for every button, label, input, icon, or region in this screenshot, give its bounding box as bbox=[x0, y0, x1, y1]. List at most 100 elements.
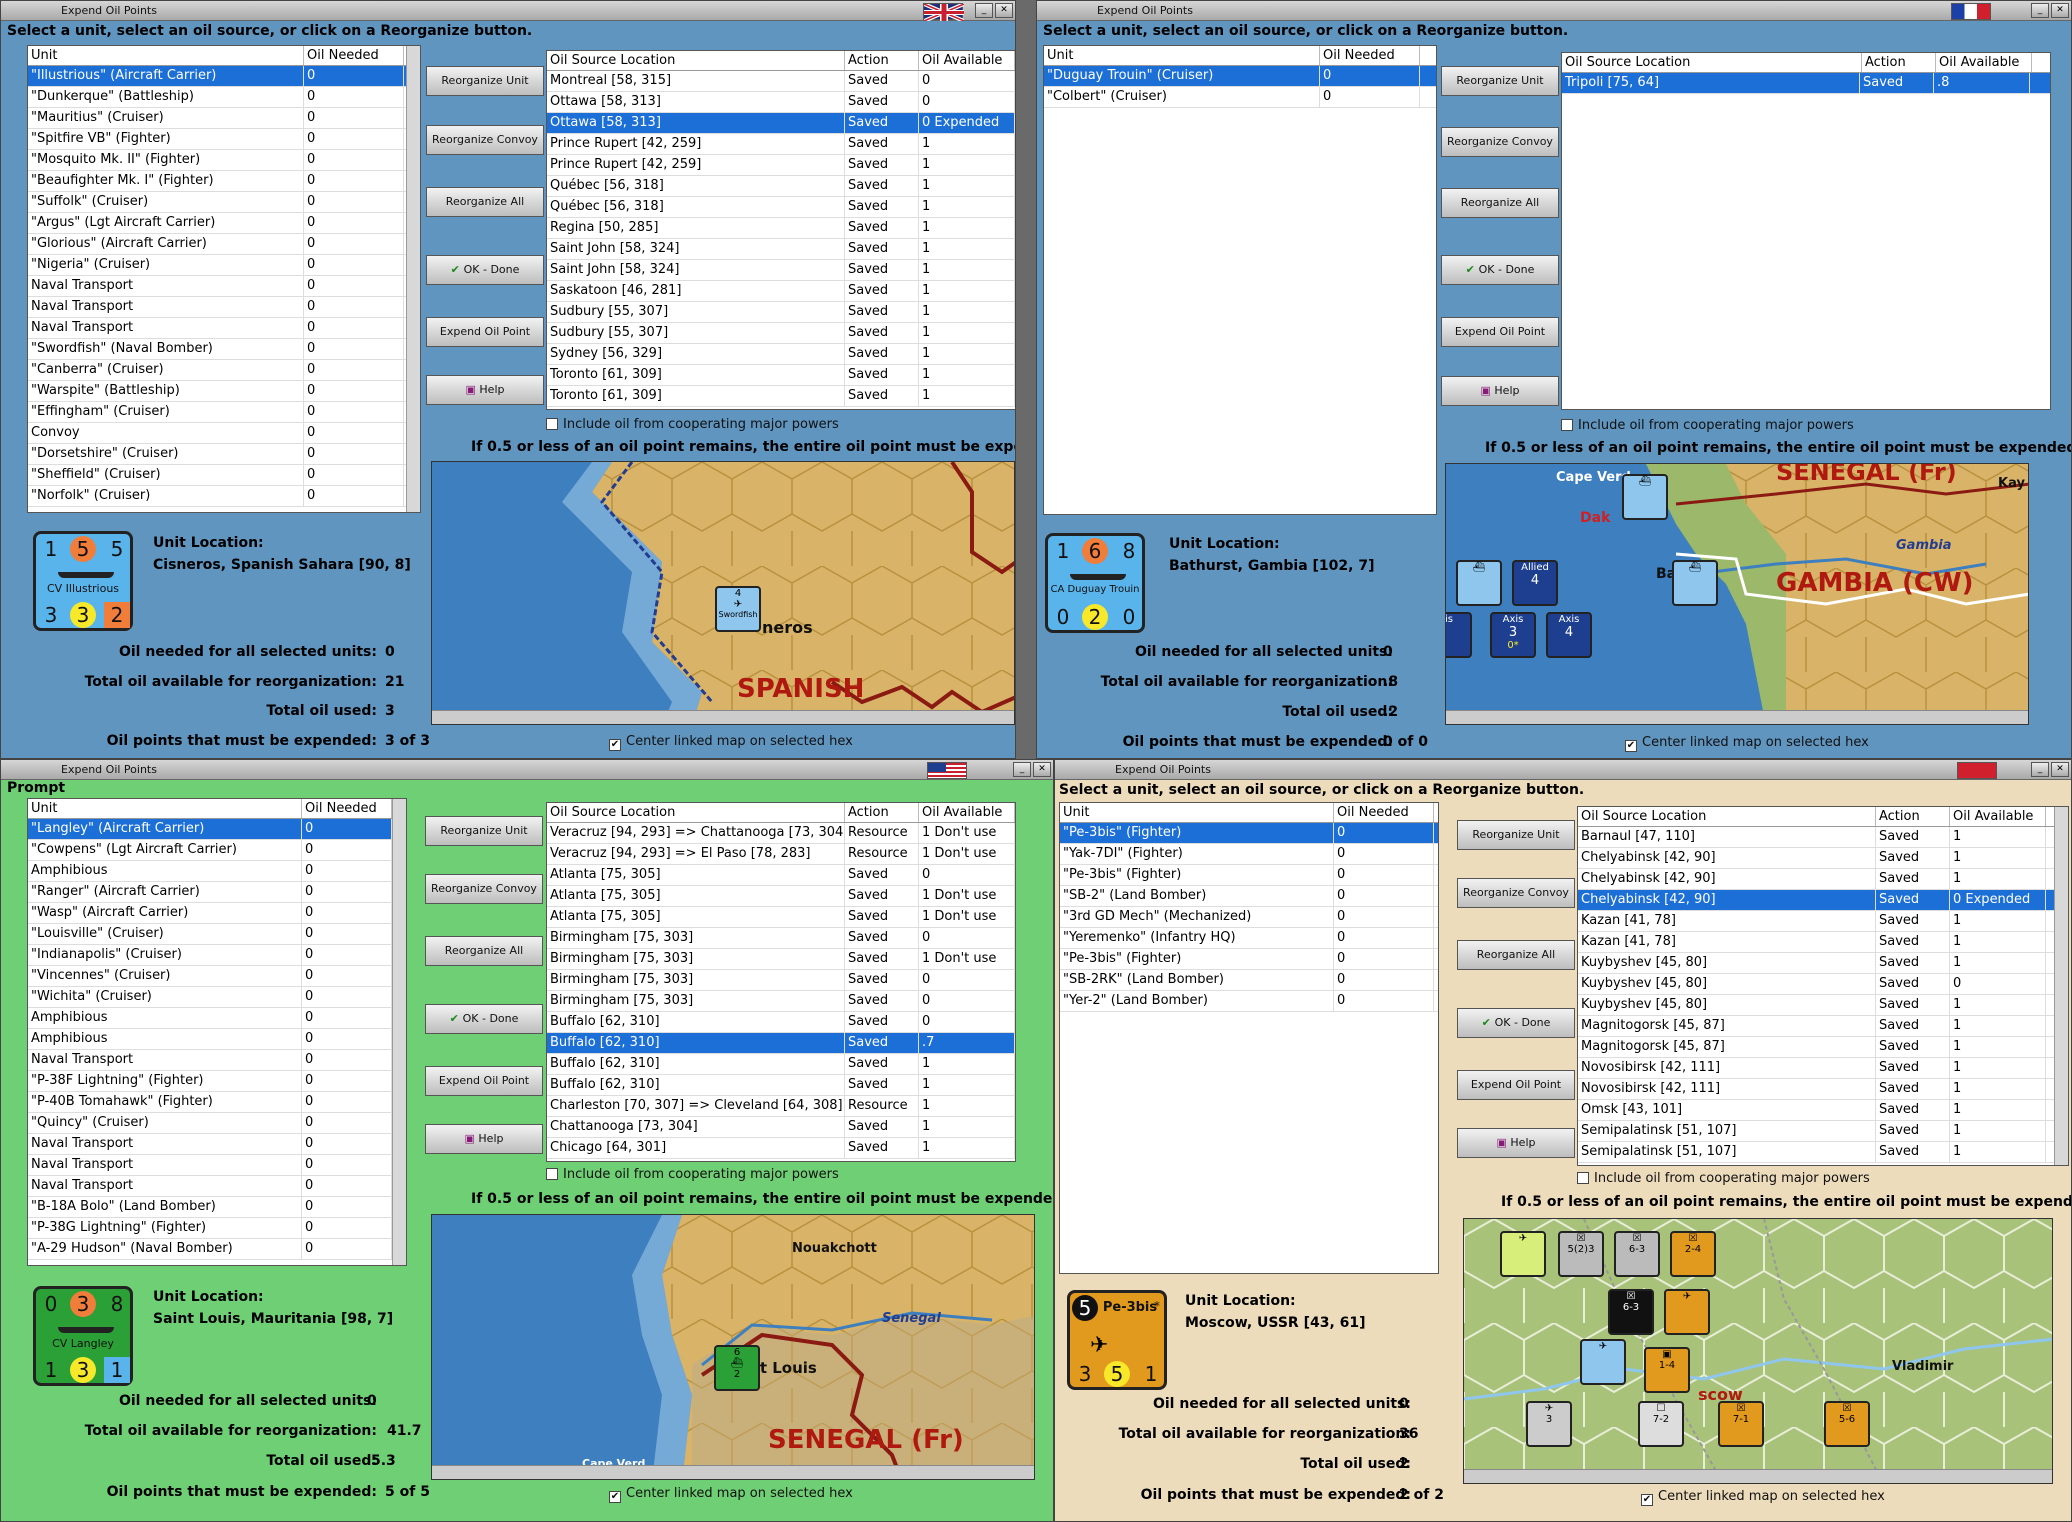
reorganize-unit-button[interactable]: Reorganize Unit bbox=[1441, 66, 1559, 96]
oil-source-row[interactable]: Saint John [58, 324] Saved 1 bbox=[547, 239, 1015, 260]
oil-source-row[interactable]: Regina [50, 285] Saved 1 bbox=[547, 218, 1015, 239]
oil-source-row[interactable]: Saint John [58, 324] Saved 1 bbox=[547, 260, 1015, 281]
oil-needed-column-header[interactable]: Oil Needed bbox=[304, 46, 404, 65]
minimize-icon[interactable]: _ bbox=[2031, 762, 2049, 777]
oil-source-list[interactable]: Oil Source Location Action Oil Available… bbox=[546, 802, 1016, 1162]
unit-row[interactable]: "Wichita" (Cruiser) 0 bbox=[28, 987, 406, 1008]
unit-list[interactable]: Unit Oil Needed "Pe-3bis" (Fighter) 0 "Yak… bbox=[1059, 802, 1439, 1274]
map-unit-counter-dakar[interactable]: ⛴ bbox=[1622, 474, 1668, 520]
oil-source-row[interactable]: Sudbury [55, 307] Saved 1 bbox=[547, 302, 1015, 323]
map-selected-counter[interactable]: ✈ bbox=[1580, 1339, 1626, 1385]
unit-row[interactable]: "Suffolk" (Cruiser) 0 bbox=[28, 192, 420, 213]
unit-row[interactable]: "Norfolk" (Cruiser) 0 bbox=[28, 486, 420, 507]
unit-row[interactable]: "Swordfish" (Naval Bomber) 0 bbox=[28, 339, 420, 360]
oil-needed-column-header[interactable]: Oil Needed bbox=[1320, 46, 1420, 65]
oil-source-row[interactable]: Chattanooga [73, 304] Saved 1 bbox=[547, 1117, 1015, 1138]
map-scrollbar[interactable] bbox=[432, 710, 1014, 724]
oil-source-row[interactable]: Birmingham [75, 303] Saved 1 Don't use bbox=[547, 949, 1015, 970]
map-hq-counter-2[interactable]: ☐ 7-2 bbox=[1638, 1401, 1684, 1447]
unit-column-header[interactable]: Unit bbox=[28, 799, 302, 818]
axis-counter-1[interactable]: Axis 3 0* bbox=[1490, 612, 1536, 658]
center-map-checkbox[interactable]: ✔ Center linked map on selected hex bbox=[609, 734, 853, 751]
help-button[interactable]: ▣ Help bbox=[1441, 376, 1559, 406]
reorganize-all-button[interactable]: Reorganize All bbox=[425, 936, 543, 966]
allied-counter[interactable]: Allied 4 bbox=[1512, 560, 1558, 606]
available-column-header[interactable]: Oil Available bbox=[919, 803, 1015, 822]
oil-source-list[interactable]: Oil Source Location Action Oil Available… bbox=[1561, 52, 2051, 410]
oil-source-row[interactable]: Veracruz [94, 293] => Chattanooga [73, 3… bbox=[547, 823, 1015, 844]
oil-source-row[interactable]: Prince Rupert [42, 259] Saved 1 bbox=[547, 134, 1015, 155]
center-map-checkbox[interactable]: ✔ Center linked map on selected hex bbox=[1625, 735, 1869, 752]
unit-row[interactable]: "Quincy" (Cruiser) 0 bbox=[28, 1113, 406, 1134]
unit-row[interactable]: "Beaufighter Mk. I" (Fighter) 0 bbox=[28, 171, 420, 192]
map-unit-counter[interactable]: 6 ⛴ 2 bbox=[714, 1345, 760, 1391]
unit-row[interactable]: Naval Transport 0 bbox=[28, 1050, 406, 1071]
map-air-counter[interactable]: ✈ bbox=[1664, 1289, 1710, 1335]
center-map-checkbox[interactable]: ✔ Center linked map on selected hex bbox=[1641, 1489, 1885, 1506]
unit-row[interactable]: "P-38F Lightning" (Fighter) 0 bbox=[28, 1071, 406, 1092]
unit-list[interactable]: Unit Oil Needed "Illustrious" (Aircraft … bbox=[27, 45, 421, 513]
unit-row[interactable]: Amphibious 0 bbox=[28, 1008, 406, 1029]
unit-row[interactable]: "Canberra" (Cruiser) 0 bbox=[28, 360, 420, 381]
map-infantry-counter-7[interactable]: ☒ 7-1 bbox=[1718, 1401, 1764, 1447]
location-column-header[interactable]: Oil Source Location bbox=[1562, 53, 1862, 72]
unit-row[interactable]: Naval Transport 0 bbox=[28, 297, 420, 318]
oil-source-row[interactable]: Chicago [64, 301] Saved 1 bbox=[547, 1138, 1015, 1159]
reorganize-all-button[interactable]: Reorganize All bbox=[1441, 188, 1559, 218]
unit-row[interactable]: "Pe-3bis" (Fighter) 0 bbox=[1060, 949, 1438, 970]
ok-done-button[interactable]: ✔ OK - Done bbox=[1457, 1008, 1575, 1038]
map-scrollbar[interactable] bbox=[432, 1465, 1034, 1479]
location-column-header[interactable]: Oil Source Location bbox=[1578, 807, 1876, 826]
ok-done-button[interactable]: ✔ OK - Done bbox=[1441, 255, 1559, 285]
oil-source-row[interactable]: Québec [56, 318] Saved 1 bbox=[547, 197, 1015, 218]
linked-map[interactable]: 4 ✈ Swordfish neros SPANISH bbox=[431, 461, 1015, 725]
action-column-header[interactable]: Action bbox=[845, 51, 919, 70]
unit-row[interactable]: "P-38G Lightning" (Fighter) 0 bbox=[28, 1218, 406, 1239]
oil-source-row[interactable]: Kuybyshev [45, 80] Saved 0 bbox=[1578, 974, 2068, 995]
unit-row[interactable]: Naval Transport 0 bbox=[28, 276, 420, 297]
unit-row[interactable]: "Louisville" (Cruiser) 0 bbox=[28, 924, 406, 945]
expend-oil-point-button[interactable]: Expend Oil Point bbox=[425, 1066, 543, 1096]
oil-source-row[interactable]: Toronto [61, 309] Saved 1 bbox=[547, 365, 1015, 386]
oil-source-row[interactable]: Atlanta [75, 305] Saved 1 Don't use bbox=[547, 886, 1015, 907]
oil-source-row[interactable]: Ottawa [58, 313] Saved 0 bbox=[547, 92, 1015, 113]
oil-source-row[interactable]: Novosibirsk [42, 111] Saved 1 bbox=[1578, 1079, 2068, 1100]
unit-row[interactable]: Amphibious 0 bbox=[28, 1029, 406, 1050]
unit-row[interactable]: "Yeremenko" (Infantry HQ) 0 bbox=[1060, 928, 1438, 949]
unit-row[interactable]: "Yer-2" (Land Bomber) 0 bbox=[1060, 991, 1438, 1012]
unit-list-scrollbar[interactable] bbox=[406, 46, 420, 512]
unit-column-header[interactable]: Unit bbox=[1044, 46, 1320, 65]
unit-row[interactable]: Convoy 0 bbox=[28, 423, 420, 444]
unit-row[interactable]: Naval Transport 0 bbox=[28, 318, 420, 339]
unit-row[interactable]: "Nigeria" (Cruiser) 0 bbox=[28, 255, 420, 276]
oil-source-row[interactable]: Saskatoon [46, 281] Saved 1 bbox=[547, 281, 1015, 302]
reorganize-unit-button[interactable]: Reorganize Unit bbox=[426, 66, 544, 96]
unit-list[interactable]: Unit Oil Needed "Langley" (Aircraft Carr… bbox=[27, 798, 407, 1266]
reorganize-convoy-button[interactable]: Reorganize Convoy bbox=[1457, 878, 1575, 908]
reorganize-all-button[interactable]: Reorganize All bbox=[1457, 940, 1575, 970]
close-icon[interactable]: ✕ bbox=[2051, 3, 2069, 18]
oil-source-row[interactable]: Sudbury [55, 307] Saved 1 bbox=[547, 323, 1015, 344]
oil-source-row[interactable]: Omsk [43, 101] Saved 1 bbox=[1578, 1100, 2068, 1121]
unit-column-header[interactable]: Unit bbox=[1060, 803, 1334, 822]
minimize-icon[interactable]: _ bbox=[2031, 3, 2049, 18]
map-infantry-counter-8[interactable]: ☒ 5-6 bbox=[1824, 1401, 1870, 1447]
oil-source-row[interactable]: Sydney [56, 329] Saved 1 bbox=[547, 344, 1015, 365]
oil-source-row[interactable]: Birmingham [75, 303] Saved 0 bbox=[547, 991, 1015, 1012]
oil-source-row[interactable]: Novosibirsk [42, 111] Saved 1 bbox=[1578, 1058, 2068, 1079]
map-scrollbar[interactable] bbox=[1464, 1469, 2052, 1483]
unit-list-scrollbar[interactable] bbox=[392, 799, 406, 1265]
oil-source-row[interactable]: Magnitogorsk [45, 87] Saved 1 bbox=[1578, 1016, 2068, 1037]
expend-oil-point-button[interactable]: Expend Oil Point bbox=[426, 317, 544, 347]
oil-source-row[interactable]: Birmingham [75, 303] Saved 0 bbox=[547, 928, 1015, 949]
unit-row[interactable]: "Mosquito Mk. II" (Fighter) 0 bbox=[28, 150, 420, 171]
unit-list[interactable]: Unit Oil Needed "Duguay Trouin" (Cruiser… bbox=[1043, 45, 1437, 515]
oil-source-row[interactable]: Prince Rupert [42, 259] Saved 1 bbox=[547, 155, 1015, 176]
unit-row[interactable]: "Langley" (Aircraft Carrier) 0 bbox=[28, 819, 406, 840]
unit-row[interactable]: "SB-2" (Land Bomber) 0 bbox=[1060, 886, 1438, 907]
oil-needed-column-header[interactable]: Oil Needed bbox=[1334, 803, 1434, 822]
unit-row[interactable]: "Dorsetshire" (Cruiser) 0 bbox=[28, 444, 420, 465]
oil-source-row[interactable]: Kazan [41, 78] Saved 1 bbox=[1578, 932, 2068, 953]
oil-source-row[interactable]: Kuybyshev [45, 80] Saved 1 bbox=[1578, 995, 2068, 1016]
expend-oil-point-button[interactable]: Expend Oil Point bbox=[1457, 1070, 1575, 1100]
